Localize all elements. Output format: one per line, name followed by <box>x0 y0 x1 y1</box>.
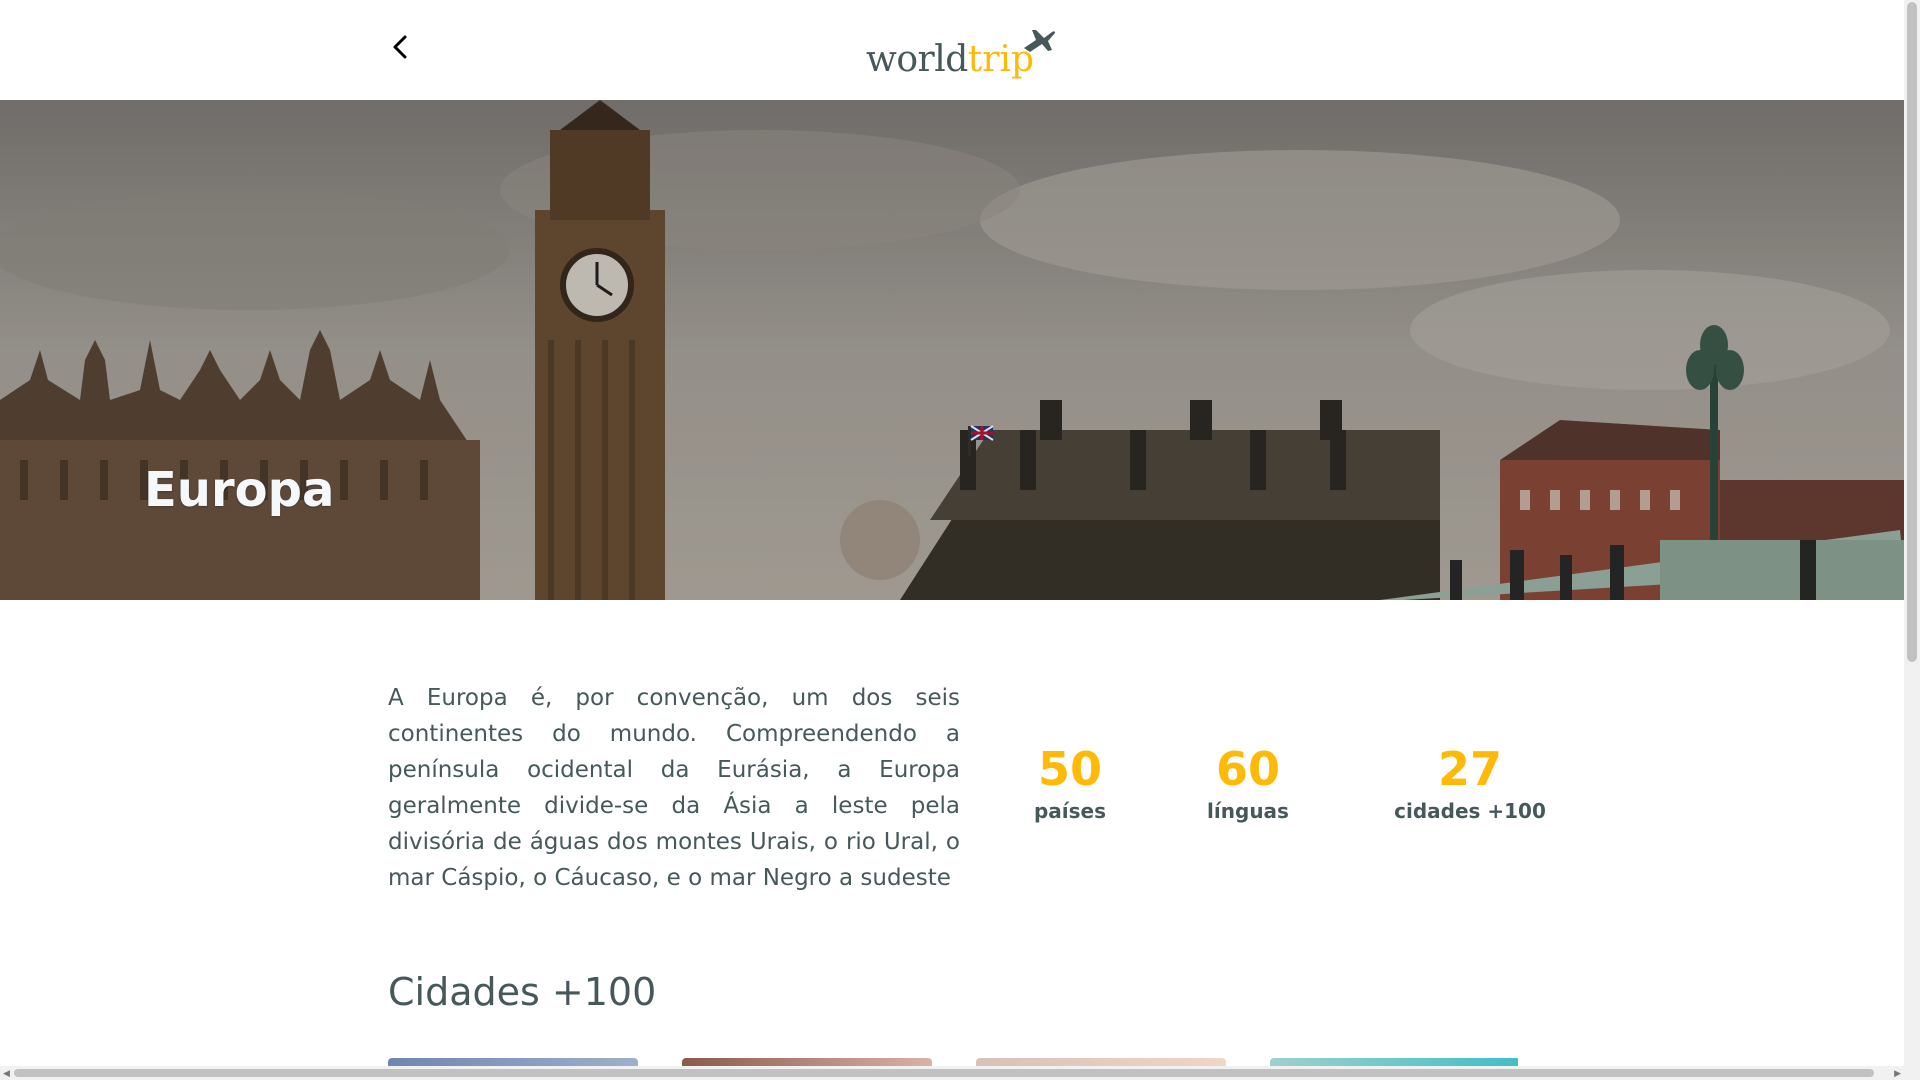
stat-cities-number: 27 <box>1437 742 1502 796</box>
vertical-scrollbar[interactable] <box>1904 0 1920 1080</box>
app-header: world trip <box>0 0 1904 100</box>
horizontal-scroll-thumb[interactable] <box>14 1069 1874 1077</box>
worldtrip-logo[interactable]: world trip <box>866 22 1066 78</box>
stat-countries-number: 50 <box>1037 742 1102 796</box>
stat-countries: 50 países <box>1020 740 1120 824</box>
stat-languages-number: 60 <box>1215 742 1280 796</box>
chevron-left-icon <box>393 35 407 59</box>
cities-section-title: Cidades +100 <box>388 970 657 1014</box>
back-button[interactable] <box>388 32 412 62</box>
banner-photo <box>0 100 1904 600</box>
stat-languages: 60 línguas <box>1198 740 1298 824</box>
continent-title: Europa <box>144 462 335 518</box>
vertical-scroll-thumb[interactable] <box>1907 2 1917 662</box>
scroll-left-arrow-icon[interactable]: ◀ <box>3 1068 10 1079</box>
stat-countries-label: países <box>1033 799 1107 823</box>
continent-description: A Europa é, por convenção, um dos seis c… <box>388 685 960 891</box>
scroll-right-arrow-icon[interactable]: ▶ <box>1894 1068 1901 1079</box>
airplane-icon <box>1024 30 1055 52</box>
stat-languages-label: línguas <box>1207 799 1289 823</box>
logo-text-world: world <box>866 39 968 80</box>
stat-cities-label: cidades +100 <box>1394 799 1546 823</box>
continent-stats: 50 países 60 línguas 27 cidades +100 <box>1020 740 1546 840</box>
stat-cities[interactable]: 27 cidades +100 <box>1380 740 1560 824</box>
continent-banner: Europa <box>0 100 1904 600</box>
horizontal-scrollbar[interactable]: ◀ ▶ <box>0 1066 1904 1080</box>
